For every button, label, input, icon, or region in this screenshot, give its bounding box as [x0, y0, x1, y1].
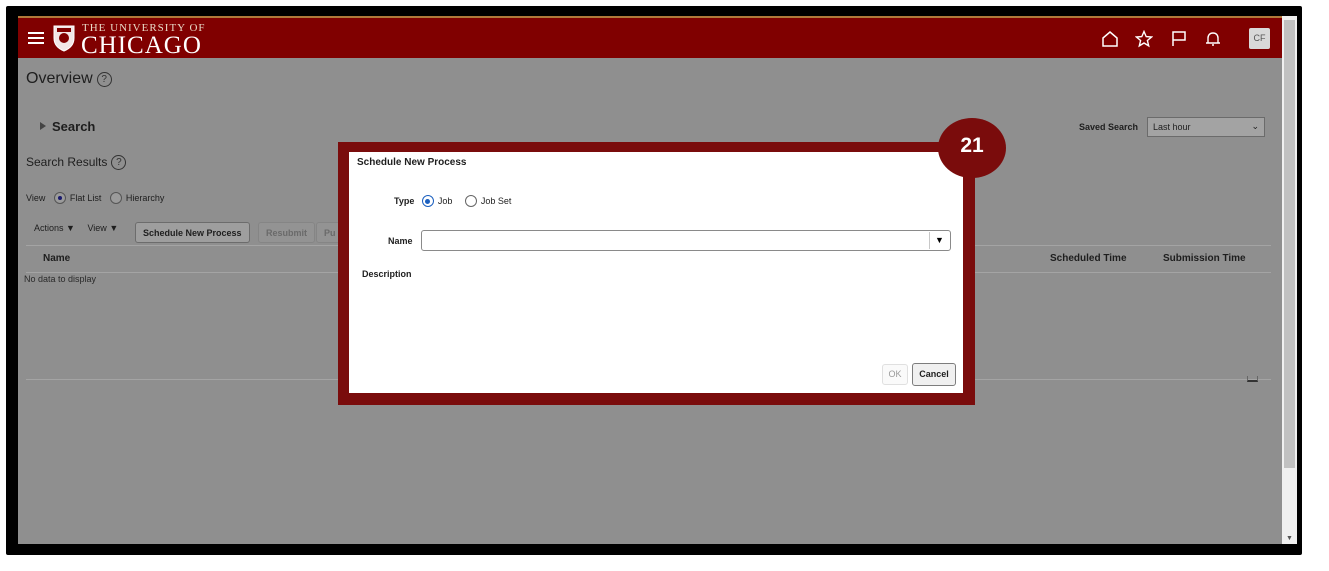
- search-results-title: Search Results?: [26, 155, 127, 170]
- page-scrollbar[interactable]: ▼: [1282, 16, 1297, 544]
- ok-button[interactable]: OK: [882, 364, 908, 385]
- favorite-star-icon[interactable]: [1135, 30, 1153, 48]
- saved-search-value: Last hour: [1153, 122, 1191, 132]
- column-name[interactable]: Name: [43, 253, 70, 264]
- home-icon[interactable]: [1101, 30, 1119, 48]
- cancel-button[interactable]: Cancel: [912, 363, 956, 386]
- page-title-text: Overview: [26, 70, 93, 87]
- search-section-toggle[interactable]: Search: [40, 119, 95, 134]
- no-data-message: No data to display: [24, 274, 97, 284]
- flag-icon[interactable]: [1170, 30, 1188, 48]
- saved-search-select[interactable]: Last hour ⌄: [1147, 117, 1265, 137]
- actions-menu[interactable]: Actions ▼: [34, 223, 75, 233]
- bell-icon[interactable]: [1204, 30, 1222, 48]
- hierarchy-label: Hierarchy: [125, 193, 165, 203]
- type-label: Type: [394, 196, 415, 206]
- hierarchy-radio[interactable]: [109, 192, 122, 204]
- user-avatar[interactable]: CF: [1249, 28, 1270, 49]
- hamburger-menu-icon[interactable]: [28, 32, 44, 45]
- scrollbar-thumb[interactable]: [1284, 20, 1295, 468]
- university-shield-icon: [53, 25, 75, 52]
- search-label: Search: [52, 119, 96, 134]
- type-job-radio[interactable]: [421, 195, 434, 207]
- type-row: Type Job Job Set: [394, 195, 511, 207]
- results-title-text: Search Results: [26, 155, 108, 169]
- actions-menu-label: Actions: [34, 223, 64, 233]
- step-number-badge: 21: [938, 118, 1006, 178]
- results-toolbar: Actions ▼ View ▼: [34, 223, 128, 233]
- dialog-title: Schedule New Process: [357, 157, 467, 168]
- expand-triangle-icon: [40, 122, 46, 130]
- schedule-new-process-button[interactable]: Schedule New Process: [135, 222, 250, 243]
- description-label: Description: [362, 269, 412, 279]
- view-menu[interactable]: View ▼: [87, 223, 118, 233]
- saved-search-label: Saved Search: [1079, 122, 1139, 132]
- column-scheduled-time[interactable]: Scheduled Time: [1050, 253, 1127, 264]
- global-header: THE UNIVERSITY OF CHICAGO CF: [18, 16, 1282, 59]
- resubmit-button[interactable]: Resubmit: [258, 222, 316, 243]
- chevron-down-icon: ⌄: [1251, 121, 1259, 131]
- type-job-set-radio[interactable]: [464, 195, 477, 207]
- table-scroll-handle[interactable]: [1247, 376, 1258, 382]
- type-job-set-label: Job Set: [480, 196, 512, 206]
- help-icon[interactable]: ?: [96, 72, 112, 87]
- view-mode-label: View: [26, 193, 46, 203]
- logo-line2: CHICAGO: [81, 32, 202, 59]
- name-dropdown-icon[interactable]: ▼: [929, 232, 949, 249]
- scroll-down-arrow-icon[interactable]: ▼: [1286, 535, 1293, 542]
- view-menu-label: View: [87, 223, 107, 233]
- schedule-new-process-dialog: Schedule New Process Type Job Job Set Na…: [349, 152, 963, 393]
- column-submission-time[interactable]: Submission Time: [1163, 253, 1246, 264]
- name-label: Name: [388, 236, 413, 246]
- process-name-input[interactable]: [421, 230, 951, 251]
- flat-list-radio[interactable]: [53, 192, 66, 204]
- flat-list-label: Flat List: [69, 193, 102, 203]
- page-title: Overview?: [26, 70, 112, 88]
- help-icon[interactable]: ?: [111, 155, 127, 170]
- view-mode-row: View Flat List Hierarchy: [26, 192, 164, 204]
- type-job-label: Job: [437, 196, 453, 206]
